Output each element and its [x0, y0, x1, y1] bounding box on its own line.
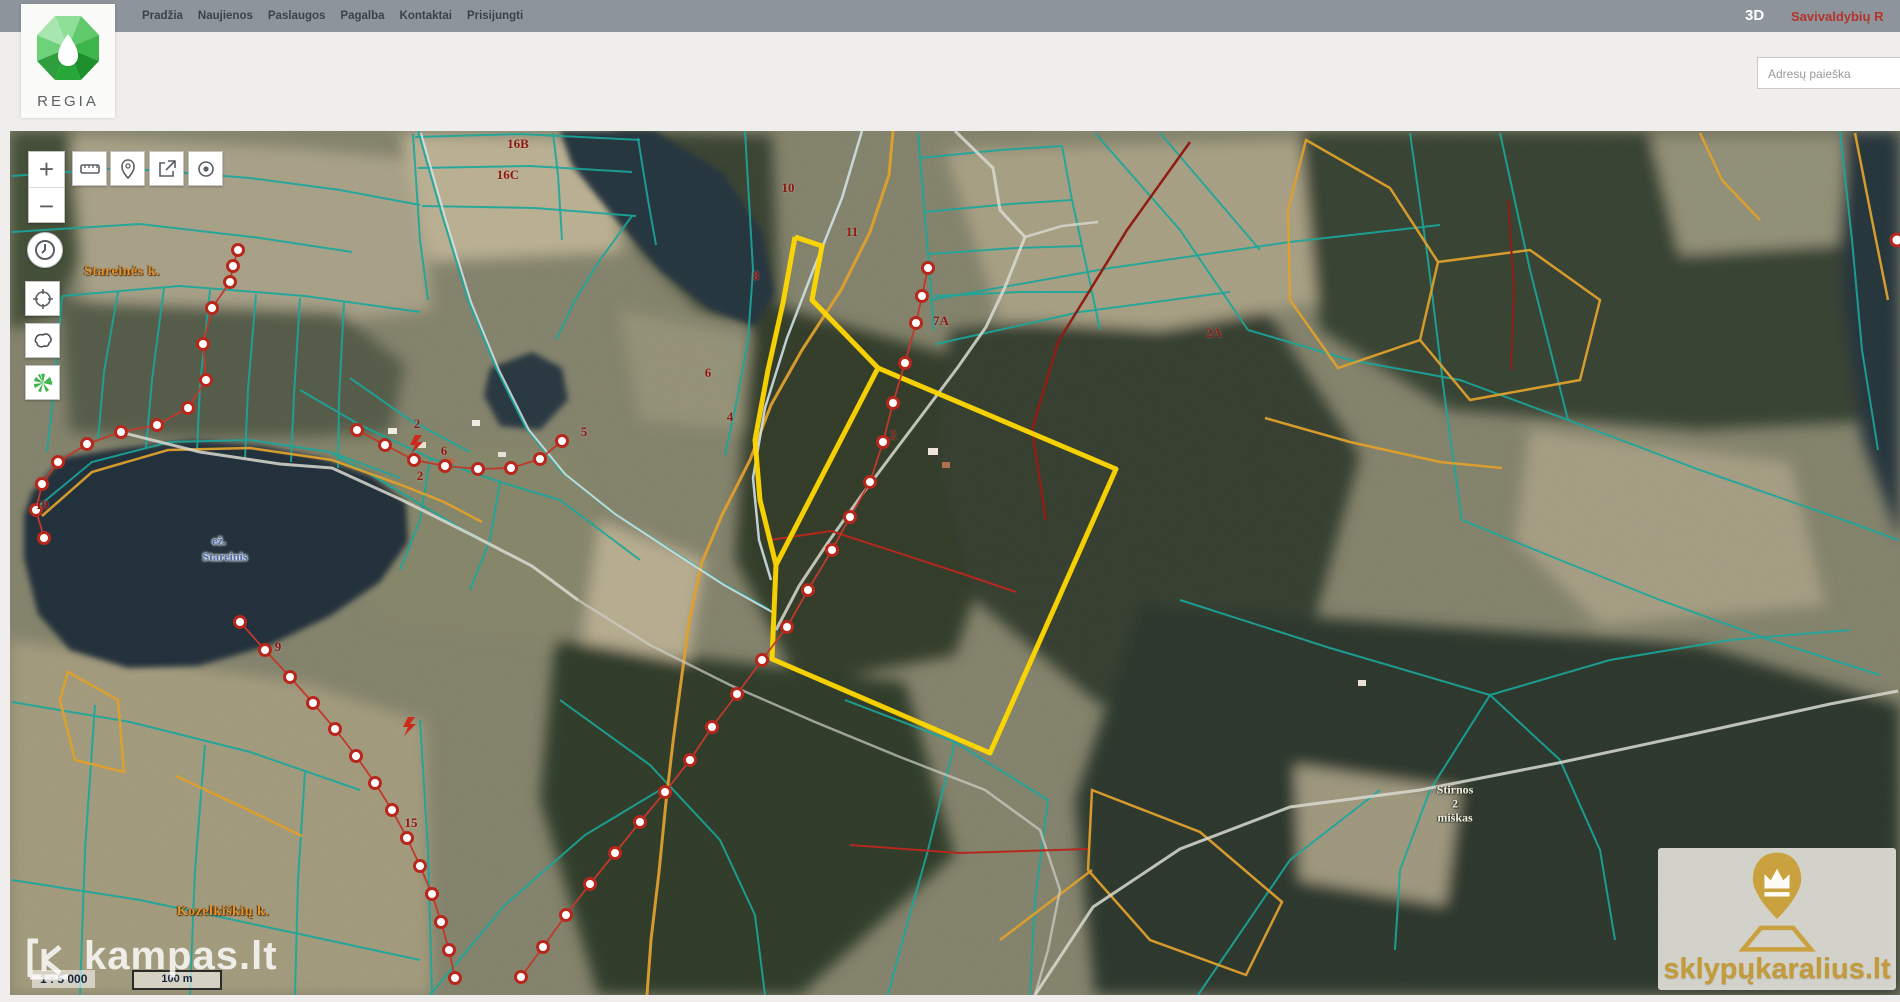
- nav-pradzia[interactable]: Pradžia: [142, 10, 183, 22]
- main-nav: Pradžia Naujienos Paslaugos Pagalba Kont…: [142, 0, 523, 32]
- address-search[interactable]: [1757, 57, 1900, 89]
- zoom-in-button[interactable]: +: [29, 152, 64, 188]
- nav-paslaugos[interactable]: Paslaugos: [268, 10, 326, 22]
- nav-prisijungti[interactable]: Prisijungti: [467, 10, 523, 22]
- nav-pagalba[interactable]: Pagalba: [340, 10, 384, 22]
- ruler-button[interactable]: [72, 151, 107, 186]
- aerial-map-canvas: [10, 131, 1900, 995]
- layers-wheel-icon: [31, 371, 55, 395]
- zoom-control: + −: [28, 151, 65, 223]
- map-scale-bar: 100 m: [132, 970, 222, 990]
- crosshair-icon: [31, 287, 55, 311]
- savivaldybiu-link[interactable]: Savivaldybių R: [1791, 9, 1883, 24]
- crosshair-button[interactable]: [25, 281, 60, 316]
- ruler-icon: [79, 158, 101, 180]
- share-button[interactable]: [149, 151, 184, 186]
- terrain-layer: [10, 131, 1900, 995]
- page: { "header": { "brand": "REGIA", "nav": […: [0, 0, 1900, 1002]
- zoom-out-button[interactable]: −: [29, 188, 64, 224]
- lithuania-extent-button[interactable]: [25, 323, 60, 358]
- locate-icon: [195, 158, 217, 180]
- share-icon: [156, 158, 178, 180]
- nav-naujienos[interactable]: Naujienos: [198, 10, 253, 22]
- layers-wheel-button[interactable]: [25, 365, 60, 400]
- history-clock-icon: [33, 238, 57, 262]
- map-scale-ratio: 1 : 5 000: [32, 970, 95, 988]
- history-button[interactable]: [27, 232, 63, 268]
- nav-kontaktai[interactable]: Kontaktai: [400, 10, 452, 22]
- lithuania-extent-icon: [31, 329, 55, 353]
- regia-gem-icon: [21, 4, 115, 94]
- address-search-input[interactable]: [1766, 59, 1900, 89]
- regia-brand-text: REGIA: [21, 93, 115, 110]
- locate-button[interactable]: [188, 151, 223, 186]
- marker-icon: [117, 158, 139, 180]
- mode-3d-button[interactable]: 3D: [1745, 7, 1764, 24]
- regia-logo[interactable]: REGIA: [21, 4, 115, 118]
- map-viewport[interactable]: + −: [10, 131, 1900, 995]
- marker-button[interactable]: [110, 151, 145, 186]
